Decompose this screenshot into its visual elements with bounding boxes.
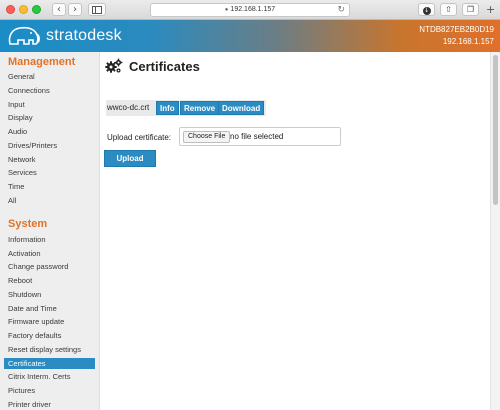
sidebar-item-network[interactable]: Network bbox=[4, 154, 95, 165]
sidebar-item-display[interactable]: Display bbox=[4, 112, 95, 123]
back-icon[interactable]: ‹ bbox=[52, 3, 66, 16]
device-id: NTDB827EB2B0D19 bbox=[419, 25, 494, 34]
reload-icon[interactable]: ↻ bbox=[337, 4, 345, 16]
sidebar-item-information[interactable]: Information bbox=[4, 234, 95, 245]
sidebar-item-factory-defaults[interactable]: Factory defaults bbox=[4, 330, 95, 341]
certificate-name: wwco-dc.crt bbox=[107, 103, 150, 112]
remove-button[interactable]: Remove bbox=[180, 101, 220, 115]
page-title: Certificates bbox=[129, 59, 200, 74]
sidebar-item-drives-printers[interactable]: Drives/Printers bbox=[4, 140, 95, 151]
upload-certificate-label: Upload certificate: bbox=[107, 133, 172, 142]
lock-icon: ● bbox=[224, 7, 229, 13]
device-ip: 192.168.1.157 bbox=[442, 37, 494, 46]
close-window-button[interactable] bbox=[6, 5, 15, 14]
sidebar-item-certificates[interactable]: Certificates bbox=[4, 358, 95, 369]
file-input: Choose File no file selected bbox=[179, 127, 341, 146]
maximize-window-button[interactable] bbox=[32, 5, 41, 14]
browser-toolbar: ‹ › ● 192.168.1.157 ↻ ↓ ⇧ ❐ + bbox=[0, 0, 500, 20]
elephant-logo-icon bbox=[8, 26, 40, 45]
sidebar-item-date-and-time[interactable]: Date and Time bbox=[4, 303, 95, 314]
share-icon[interactable]: ⇧ bbox=[440, 3, 457, 16]
vertical-scrollbar[interactable] bbox=[490, 52, 500, 410]
download-icon[interactable]: ↓ bbox=[418, 3, 435, 16]
sidebar-item-firmware-update[interactable]: Firmware update bbox=[4, 316, 95, 327]
main-content: Certificates wwco-dc.crt Info Remove Dow… bbox=[100, 52, 490, 410]
sidebar-section-system: System bbox=[8, 218, 48, 230]
upload-button[interactable]: Upload bbox=[104, 150, 156, 167]
sidebar-item-activation[interactable]: Activation bbox=[4, 248, 95, 259]
app-header: stratodesk NTDB827EB2B0D19 192.168.1.157 bbox=[0, 20, 500, 52]
sidebar: Management General Connections Input Dis… bbox=[0, 52, 100, 410]
address-text: 192.168.1.157 bbox=[230, 6, 276, 13]
forward-icon[interactable]: › bbox=[68, 3, 82, 16]
scrollbar-thumb[interactable] bbox=[493, 55, 498, 205]
choose-file-button[interactable]: Choose File bbox=[183, 131, 231, 143]
sidebar-item-services[interactable]: Services bbox=[4, 167, 95, 178]
certificate-row: wwco-dc.crt Info Remove Download bbox=[106, 100, 266, 116]
sidebar-item-all[interactable]: All bbox=[4, 195, 95, 206]
sidebar-item-general[interactable]: General bbox=[4, 71, 95, 82]
sidebar-item-audio[interactable]: Audio bbox=[4, 126, 95, 137]
tabs-icon[interactable]: ❐ bbox=[462, 3, 479, 16]
minimize-window-button[interactable] bbox=[19, 5, 28, 14]
sidebar-item-reset-display-settings[interactable]: Reset display settings bbox=[4, 344, 95, 355]
download-button[interactable]: Download bbox=[218, 101, 265, 115]
info-button[interactable]: Info bbox=[156, 101, 179, 115]
sidebar-item-connections[interactable]: Connections bbox=[4, 85, 95, 96]
gears-icon bbox=[105, 58, 123, 73]
sidebar-section-management: Management bbox=[8, 56, 76, 68]
sidebar-item-pictures[interactable]: Pictures bbox=[4, 385, 95, 396]
file-status: no file selected bbox=[230, 132, 284, 141]
sidebar-item-input[interactable]: Input bbox=[4, 99, 95, 110]
sidebar-item-reboot[interactable]: Reboot bbox=[4, 275, 95, 286]
address-bar[interactable]: ● 192.168.1.157 ↻ bbox=[150, 3, 350, 17]
sidebar-icon[interactable] bbox=[88, 3, 106, 16]
sidebar-item-printer-driver-management[interactable]: Printer driver management bbox=[4, 399, 95, 410]
brand-name: stratodesk bbox=[46, 27, 122, 44]
sidebar-item-change-password[interactable]: Change password bbox=[4, 261, 95, 272]
sidebar-item-shutdown[interactable]: Shutdown bbox=[4, 289, 95, 300]
new-tab-icon[interactable]: + bbox=[486, 3, 495, 16]
sidebar-item-citrix-interm-certs[interactable]: Citrix Interm. Certs bbox=[4, 371, 95, 382]
sidebar-item-time[interactable]: Time bbox=[4, 181, 95, 192]
